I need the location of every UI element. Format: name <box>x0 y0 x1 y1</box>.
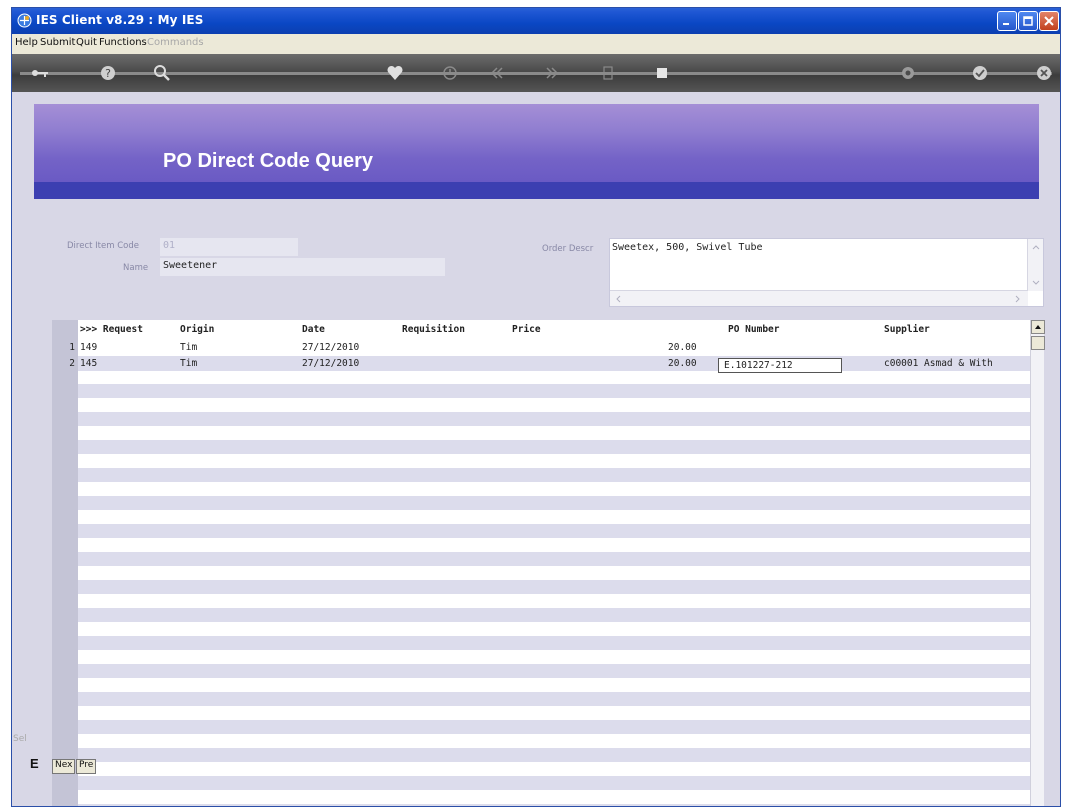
search-icon[interactable] <box>152 63 172 83</box>
rewind-icon[interactable] <box>487 63 507 83</box>
key-icon[interactable] <box>30 63 50 83</box>
empty-row <box>78 720 1030 734</box>
table-row[interactable]: 149 Tim 27/12/2010 20.00 <box>78 340 1030 355</box>
scroll-up-button[interactable] <box>1031 320 1045 334</box>
menu-commands: Commands <box>147 37 204 48</box>
scroll-down-button[interactable] <box>1031 806 1045 807</box>
page-title: PO Direct Code Query <box>163 150 374 172</box>
maximize-button[interactable] <box>1018 11 1038 31</box>
scroll-arrows-icon <box>1032 245 1040 285</box>
ok-icon[interactable] <box>970 63 990 83</box>
col-supplier[interactable]: Supplier <box>884 324 930 335</box>
content-area: PO Direct Code Query Direct Item Code 01… <box>12 92 1060 807</box>
row-number: 1 <box>69 342 75 353</box>
row-number-gutter <box>52 320 78 806</box>
close-icon <box>1044 16 1054 26</box>
order-descr-text: Sweetex, 500, Swivel Tube <box>612 242 763 253</box>
empty-row <box>78 468 1030 482</box>
cell-price: 20.00 <box>668 342 697 353</box>
app-window: IES Client v8.29 : My IES Help Submit Qu… <box>11 7 1061 807</box>
arrow-up-icon <box>1035 325 1041 329</box>
empty-row <box>78 524 1030 538</box>
direct-item-code-field[interactable]: 01 <box>160 238 298 256</box>
empty-row <box>78 804 1030 806</box>
banner-band <box>34 182 1039 199</box>
cell-origin: Tim <box>180 342 198 353</box>
heart-icon[interactable] <box>385 63 405 83</box>
menu-help[interactable]: Help <box>15 37 38 48</box>
empty-row <box>78 776 1030 790</box>
empty-row <box>78 692 1030 706</box>
next-button[interactable]: Nex <box>52 759 76 774</box>
side-glyph: E <box>30 756 39 771</box>
prev-button[interactable]: Pre <box>76 759 97 774</box>
cell-date: 27/12/2010 <box>302 342 360 353</box>
empty-row <box>78 384 1030 398</box>
results-grid: >>> Request Origin Date Requisition Pric… <box>52 320 1045 807</box>
cell-request: 145 <box>80 358 98 369</box>
maximize-icon <box>1023 16 1033 26</box>
col-price[interactable]: Price <box>512 324 541 335</box>
order-descr-field[interactable]: Sweetex, 500, Swivel Tube <box>609 238 1044 307</box>
cell-origin: Tim <box>180 358 198 369</box>
table-row[interactable]: 145 Tim 27/12/2010 20.00 E.101227-212 c0… <box>78 356 1030 373</box>
side-label: Sel <box>13 734 27 744</box>
empty-row <box>78 608 1030 622</box>
col-date[interactable]: Date <box>302 324 325 335</box>
square-icon[interactable] <box>652 63 672 83</box>
grid-header: >>> Request Origin Date Requisition Pric… <box>78 320 1030 339</box>
menu-functions[interactable]: Functions <box>99 37 147 48</box>
cell-date: 27/12/2010 <box>302 358 360 369</box>
scroll-thumb[interactable] <box>1031 336 1045 350</box>
window-title: IES Client v8.29 : My IES <box>36 13 204 27</box>
hscroll-arrows-icon <box>616 295 1020 303</box>
menu-quit[interactable]: Quit <box>76 37 97 48</box>
clock-icon[interactable] <box>440 63 460 83</box>
empty-row <box>78 412 1030 426</box>
cell-supplier: c00001 Asmad & With <box>884 358 993 369</box>
col-origin[interactable]: Origin <box>180 324 214 335</box>
svg-text:?: ? <box>105 67 111 80</box>
close-button[interactable] <box>1039 11 1059 31</box>
cancel-icon[interactable] <box>1034 63 1054 83</box>
cell-request: 149 <box>80 342 98 353</box>
row-number: 2 <box>69 358 75 369</box>
name-label: Name <box>123 263 149 273</box>
toolbar: ? <box>12 54 1060 92</box>
cell-price: 20.00 <box>668 358 697 369</box>
col-request[interactable]: >>> Request <box>80 324 143 335</box>
empty-row <box>78 636 1030 650</box>
menu-submit[interactable]: Submit <box>40 37 75 48</box>
minimize-button[interactable] <box>997 11 1017 31</box>
settings-icon[interactable] <box>898 63 918 83</box>
order-descr-label: Order Descr <box>542 244 594 254</box>
name-field[interactable]: Sweetener <box>160 258 445 276</box>
forward-icon[interactable] <box>542 63 562 83</box>
col-requisition[interactable]: Requisition <box>402 324 465 335</box>
empty-row <box>78 664 1030 678</box>
grid-vertical-scrollbar[interactable] <box>1030 320 1045 807</box>
cell-po-number[interactable]: E.101227-212 <box>718 358 842 373</box>
order-descr-vscroll[interactable] <box>1027 239 1043 291</box>
empty-row <box>78 580 1030 594</box>
title-bar[interactable]: IES Client v8.29 : My IES <box>12 8 1060 34</box>
app-logo-icon <box>17 13 32 28</box>
empty-row <box>78 440 1030 454</box>
order-descr-hscroll[interactable] <box>610 290 1028 306</box>
minimize-icon <box>1003 23 1009 25</box>
col-po-number[interactable]: PO Number <box>728 324 779 335</box>
help-icon[interactable]: ? <box>98 63 118 83</box>
menu-bar: Help Submit Quit Functions Commands <box>12 34 1060 54</box>
empty-row <box>78 496 1030 510</box>
doc-icon[interactable] <box>598 63 618 83</box>
empty-row <box>78 748 1030 762</box>
empty-row <box>78 552 1030 566</box>
direct-item-code-label: Direct Item Code <box>67 241 139 251</box>
